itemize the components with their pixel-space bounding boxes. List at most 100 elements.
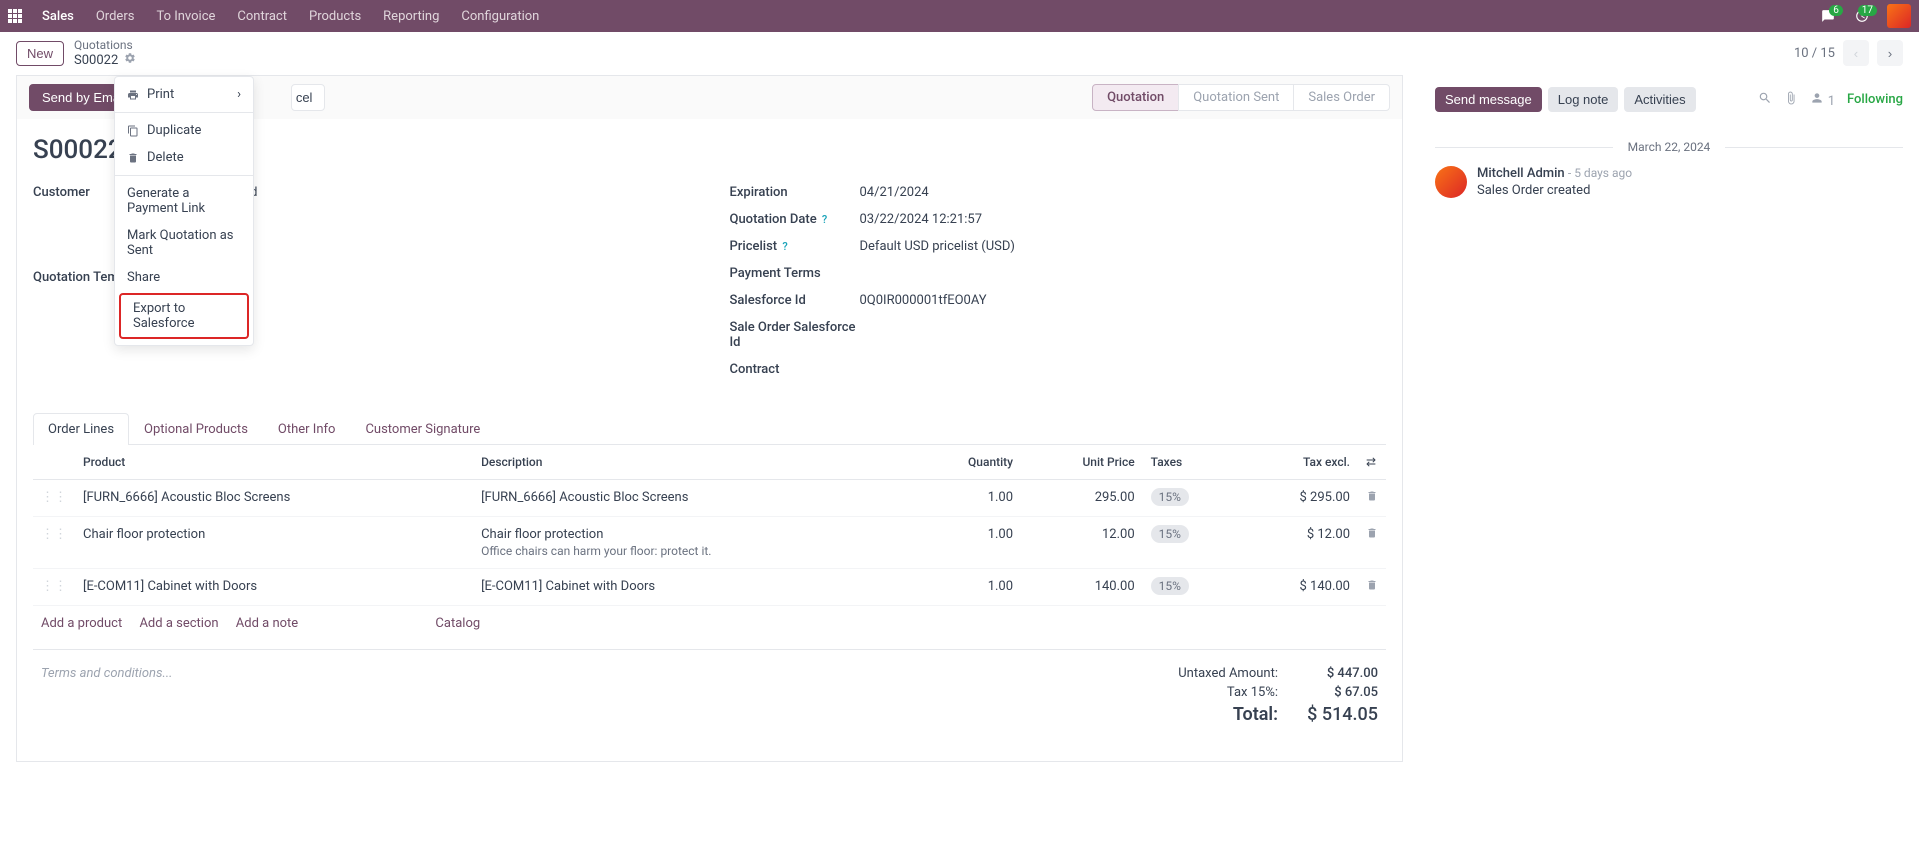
delete-row-icon[interactable] — [1358, 480, 1386, 517]
user-avatar[interactable] — [1887, 4, 1911, 28]
message-avatar — [1435, 166, 1467, 198]
delete-menu-item[interactable]: Delete — [115, 144, 253, 171]
cell-price[interactable]: 12.00 — [1021, 517, 1143, 569]
following-button[interactable]: Following — [1847, 92, 1903, 107]
cell-qty[interactable]: 1.00 — [912, 480, 1021, 517]
tab-other[interactable]: Other Info — [263, 413, 351, 445]
gear-icon[interactable] — [124, 52, 136, 68]
col-price: Unit Price — [1021, 445, 1143, 480]
catalog-link[interactable]: Catalog — [435, 616, 480, 631]
pricelist-label: Pricelist ? — [730, 239, 860, 254]
table-row[interactable]: ⋮⋮ [FURN_6666] Acoustic Bloc Screens [FU… — [33, 480, 1386, 517]
payment-terms-label: Payment Terms — [730, 266, 860, 281]
activities-button[interactable]: Activities — [1624, 87, 1695, 112]
nav-sales[interactable]: Sales — [32, 9, 84, 24]
sf-id-value[interactable]: 0Q0IR000001tfEO0AY — [860, 293, 987, 308]
tab-signature[interactable]: Customer Signature — [350, 413, 495, 445]
cell-description[interactable]: [E-COM11] Cabinet with Doors — [473, 569, 912, 606]
drag-handle-icon[interactable]: ⋮⋮ — [33, 569, 75, 606]
drag-handle-icon[interactable]: ⋮⋮ — [33, 517, 75, 569]
table-row[interactable]: ⋮⋮ [E-COM11] Cabinet with Doors [E-COM11… — [33, 569, 1386, 606]
cancel-button[interactable]: cel — [291, 84, 326, 111]
nav-products[interactable]: Products — [299, 9, 371, 24]
export-salesforce-menu-item[interactable]: Export to Salesforce — [119, 293, 249, 339]
activity-icon[interactable]: 17 — [1855, 9, 1869, 23]
log-note-button[interactable]: Log note — [1548, 87, 1619, 112]
pager-prev[interactable]: ‹ — [1843, 40, 1869, 66]
cell-qty[interactable]: 1.00 — [912, 569, 1021, 606]
mark-sent-menu-item[interactable]: Mark Quotation as Sent — [115, 222, 253, 264]
contract-label: Contract — [730, 362, 860, 377]
breadcrumb-bar: New Quotations S00022 10 / 15 ‹ › — [0, 32, 1919, 75]
nav-reporting[interactable]: Reporting — [373, 9, 449, 24]
add-note-link[interactable]: Add a note — [236, 616, 298, 631]
pricelist-value[interactable]: Default USD pricelist (USD) — [860, 239, 1015, 254]
add-product-link[interactable]: Add a product — [41, 616, 122, 631]
breadcrumb-parent[interactable]: Quotations — [74, 38, 136, 52]
messaging-icon[interactable]: 6 — [1821, 9, 1835, 23]
status-order[interactable]: Sales Order — [1293, 84, 1390, 111]
order-lines-table: Product Description Quantity Unit Price … — [33, 445, 1386, 606]
cell-subtotal: $ 12.00 — [1239, 517, 1358, 569]
cell-product[interactable]: [FURN_6666] Acoustic Bloc Screens — [75, 480, 473, 517]
nav-invoice[interactable]: To Invoice — [146, 9, 225, 24]
chatter: Send message Log note Activities 1 Follo… — [1419, 75, 1919, 778]
tab-order-lines[interactable]: Order Lines — [33, 413, 129, 445]
tabs: Order Lines Optional Products Other Info… — [33, 413, 1386, 445]
copy-icon — [127, 125, 139, 137]
add-section-link[interactable]: Add a section — [139, 616, 218, 631]
cell-product[interactable]: [E-COM11] Cabinet with Doors — [75, 569, 473, 606]
cell-description[interactable]: [FURN_6666] Acoustic Bloc Screens — [473, 480, 912, 517]
cell-tax[interactable]: 15% — [1143, 569, 1240, 606]
status-sent[interactable]: Quotation Sent — [1178, 84, 1294, 111]
nav-orders[interactable]: Orders — [86, 9, 145, 24]
messaging-badge: 6 — [1829, 5, 1843, 16]
status-quotation[interactable]: Quotation — [1092, 84, 1179, 111]
table-row[interactable]: ⋮⋮ Chair floor protection Chair floor pr… — [33, 517, 1386, 569]
share-menu-item[interactable]: Share — [115, 264, 253, 291]
nav-contract[interactable]: Contract — [227, 9, 297, 24]
terms-input[interactable]: Terms and conditions... — [41, 666, 173, 729]
cell-tax[interactable]: 15% — [1143, 517, 1240, 569]
tab-optional[interactable]: Optional Products — [129, 413, 263, 445]
cell-product[interactable]: Chair floor protection — [75, 517, 473, 569]
col-taxes: Taxes — [1143, 445, 1240, 480]
cell-price[interactable]: 295.00 — [1021, 480, 1143, 517]
followers-icon[interactable]: 1 — [1810, 91, 1835, 109]
tax-value: $ 67.05 — [1298, 685, 1378, 700]
apps-icon[interactable] — [8, 9, 22, 23]
breadcrumb-current: S00022 — [74, 53, 118, 68]
message: Mitchell Admin - 5 days ago Sales Order … — [1435, 166, 1903, 198]
cell-qty[interactable]: 1.00 — [912, 517, 1021, 569]
col-product: Product — [75, 445, 473, 480]
send-message-button[interactable]: Send message — [1435, 87, 1542, 112]
col-toggle-icon[interactable]: ⇄ — [1358, 445, 1386, 480]
drag-handle-icon[interactable]: ⋮⋮ — [33, 480, 75, 517]
attachment-icon[interactable] — [1784, 91, 1798, 109]
delete-row-icon[interactable] — [1358, 569, 1386, 606]
cell-price[interactable]: 140.00 — [1021, 569, 1143, 606]
cell-tax[interactable]: 15% — [1143, 480, 1240, 517]
quote-date-value[interactable]: 03/22/2024 12:21:57 — [860, 212, 983, 227]
print-icon — [127, 89, 139, 101]
duplicate-menu-item[interactable]: Duplicate — [115, 117, 253, 144]
col-description: Description — [473, 445, 912, 480]
status-bar: Quotation Quotation Sent Sales Order — [1093, 84, 1390, 111]
message-author: Mitchell Admin — [1477, 166, 1565, 181]
pager-next[interactable]: › — [1877, 40, 1903, 66]
delete-row-icon[interactable] — [1358, 517, 1386, 569]
cell-description[interactable]: Chair floor protectionOffice chairs can … — [473, 517, 912, 569]
actions-dropdown: Print › Duplicate Delete — [114, 76, 254, 346]
expiration-value[interactable]: 04/21/2024 — [860, 185, 929, 200]
gen-payment-menu-item[interactable]: Generate a Payment Link — [115, 180, 253, 222]
new-button[interactable]: New — [16, 41, 64, 66]
chevron-right-icon: › — [237, 87, 241, 102]
cell-subtotal: $ 295.00 — [1239, 480, 1358, 517]
top-nav: Sales Orders To Invoice Contract Product… — [0, 0, 1919, 32]
print-menu-item[interactable]: Print › — [115, 81, 253, 108]
search-icon[interactable] — [1758, 91, 1772, 109]
total-value: $ 514.05 — [1298, 704, 1378, 725]
nav-configuration[interactable]: Configuration — [451, 9, 549, 24]
trash-icon — [127, 152, 139, 164]
expiration-label: Expiration — [730, 185, 860, 200]
